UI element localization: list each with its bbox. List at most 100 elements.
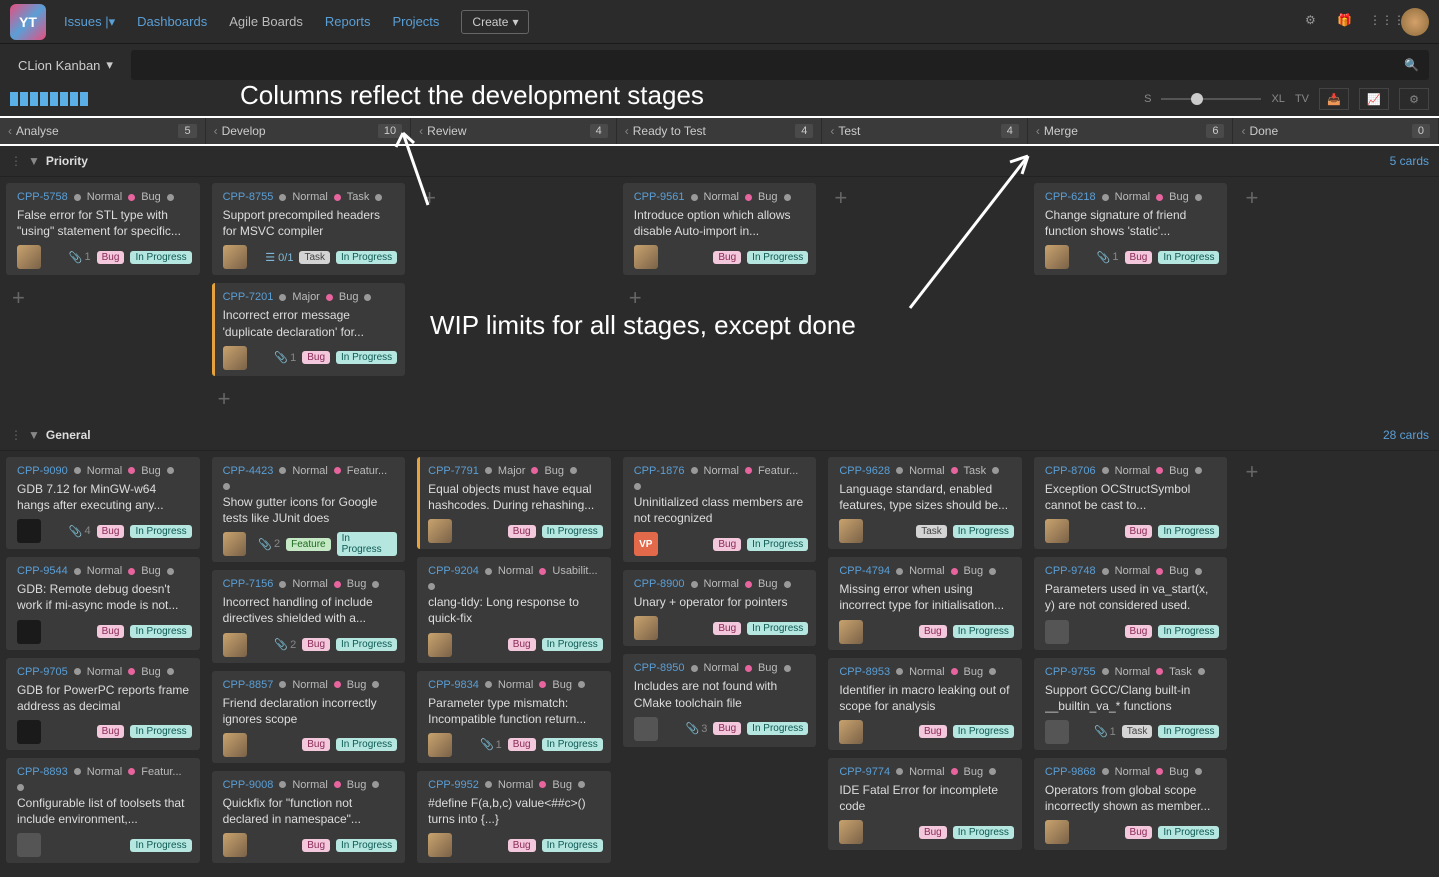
create-button[interactable]: Create ▾ bbox=[461, 10, 529, 34]
column-cell[interactable]: + bbox=[1233, 177, 1439, 420]
collapse-icon[interactable]: ▼ bbox=[28, 428, 40, 442]
column-cell[interactable]: CPP-8706 Normal Bug Exception OCStructSy… bbox=[1028, 451, 1234, 877]
add-card-button[interactable]: + bbox=[1239, 183, 1264, 213]
issue-card[interactable]: CPP-7156 Normal Bug Incorrect handling o… bbox=[212, 570, 406, 662]
issue-id[interactable]: CPP-4794 bbox=[839, 565, 890, 577]
nav-reports[interactable]: Reports bbox=[325, 14, 371, 29]
assignee-avatar[interactable] bbox=[1045, 720, 1069, 744]
assignee-avatar[interactable] bbox=[839, 519, 863, 543]
issue-card[interactable]: CPP-9204 Normal Usabilit... clang-tidy: … bbox=[417, 557, 611, 662]
issue-id[interactable]: CPP-9868 bbox=[1045, 766, 1096, 778]
assignee-avatar[interactable] bbox=[223, 633, 247, 657]
add-card-button[interactable]: + bbox=[6, 283, 31, 313]
assignee-avatar[interactable] bbox=[1045, 620, 1069, 644]
assignee-avatar[interactable] bbox=[634, 717, 658, 741]
gift-icon[interactable]: 🎁 bbox=[1337, 13, 1355, 31]
issue-card[interactable]: CPP-9008 Normal Bug Quickfix for "functi… bbox=[212, 771, 406, 863]
column-cell[interactable]: CPP-5758 Normal Bug False error for STL … bbox=[0, 177, 206, 420]
collapse-icon[interactable]: ▼ bbox=[28, 154, 40, 168]
assignee-avatar[interactable] bbox=[839, 820, 863, 844]
issue-card[interactable]: CPP-9628 Normal Task Language standard, … bbox=[828, 457, 1022, 549]
swimlane-header-priority[interactable]: ⋮▼Priority5 cards bbox=[0, 146, 1439, 177]
issue-card[interactable]: CPP-8900 Normal Bug Unary + operator for… bbox=[623, 570, 817, 646]
issue-id[interactable]: CPP-8900 bbox=[634, 578, 685, 590]
board-settings-icon[interactable]: ⚙ bbox=[1399, 88, 1429, 110]
assignee-avatar[interactable] bbox=[839, 720, 863, 744]
issue-card[interactable]: CPP-9868 Normal Bug Operators from globa… bbox=[1034, 758, 1228, 850]
column-cell[interactable]: CPP-9561 Normal Bug Introduce option whi… bbox=[617, 177, 823, 420]
column-cell[interactable]: CPP-4423 Normal Featur... Show gutter ic… bbox=[206, 451, 412, 877]
youtrack-logo[interactable]: YT bbox=[10, 4, 46, 40]
issue-card[interactable]: CPP-1876 Normal Featur... Uninitialized … bbox=[623, 457, 817, 562]
issue-id[interactable]: CPP-8950 bbox=[634, 662, 685, 674]
issue-id[interactable]: CPP-5758 bbox=[17, 191, 68, 203]
issue-card[interactable]: CPP-9544 Normal Bug GDB: Remote debug do… bbox=[6, 557, 200, 649]
issue-id[interactable]: CPP-7201 bbox=[223, 291, 274, 303]
issue-card[interactable]: CPP-4423 Normal Featur... Show gutter ic… bbox=[212, 457, 406, 562]
column-cell[interactable]: CPP-8755 Normal Task Support precompiled… bbox=[206, 177, 412, 420]
column-cell[interactable]: + bbox=[822, 177, 1028, 420]
assignee-avatar[interactable] bbox=[223, 532, 247, 556]
add-card-button[interactable]: + bbox=[417, 183, 442, 213]
issue-id[interactable]: CPP-9705 bbox=[17, 666, 68, 678]
inbox-icon[interactable]: 📥 bbox=[1319, 88, 1349, 110]
column-cell[interactable]: CPP-9090 Normal Bug GDB 7.12 for MinGW-w… bbox=[0, 451, 206, 877]
assignee-avatar[interactable] bbox=[839, 620, 863, 644]
column-header-develop[interactable]: ‹Develop10 bbox=[206, 118, 412, 144]
issue-card[interactable]: CPP-7791 Major Bug Equal objects must ha… bbox=[417, 457, 611, 549]
search-icon[interactable]: 🔍 bbox=[1404, 58, 1419, 72]
issue-card[interactable]: CPP-9705 Normal Bug GDB for PowerPC repo… bbox=[6, 658, 200, 750]
issue-id[interactable]: CPP-9008 bbox=[223, 779, 274, 791]
assignee-avatar[interactable] bbox=[1045, 519, 1069, 543]
issue-card[interactable]: CPP-5758 Normal Bug False error for STL … bbox=[6, 183, 200, 275]
issue-id[interactable]: CPP-9755 bbox=[1045, 666, 1096, 678]
issue-card[interactable]: CPP-8755 Normal Task Support precompiled… bbox=[212, 183, 406, 275]
issue-card[interactable]: CPP-8893 Normal Featur... Configurable l… bbox=[6, 758, 200, 863]
issue-id[interactable]: CPP-7791 bbox=[428, 465, 479, 477]
issue-card[interactable]: CPP-8953 Normal Bug Identifier in macro … bbox=[828, 658, 1022, 750]
add-card-button[interactable]: + bbox=[212, 384, 237, 414]
issue-id[interactable]: CPP-9544 bbox=[17, 565, 68, 577]
issue-card[interactable]: CPP-9834 Normal Bug Parameter type misma… bbox=[417, 671, 611, 763]
assignee-avatar[interactable] bbox=[634, 245, 658, 269]
column-header-analyse[interactable]: ‹Analyse5 bbox=[0, 118, 206, 144]
assignee-avatar[interactable] bbox=[428, 733, 452, 757]
column-cell[interactable]: CPP-6218 Normal Bug Change signature of … bbox=[1028, 177, 1234, 420]
nav-projects[interactable]: Projects bbox=[392, 14, 439, 29]
tv-mode-label[interactable]: TV bbox=[1295, 93, 1309, 105]
issue-id[interactable]: CPP-9834 bbox=[428, 679, 479, 691]
add-card-button[interactable]: + bbox=[1239, 457, 1264, 487]
apps-grid-icon[interactable]: ⋮⋮⋮ bbox=[1369, 13, 1387, 31]
issue-id[interactable]: CPP-8706 bbox=[1045, 465, 1096, 477]
issue-id[interactable]: CPP-9774 bbox=[839, 766, 890, 778]
issue-id[interactable]: CPP-9748 bbox=[1045, 565, 1096, 577]
search-box[interactable]: 🔍 bbox=[131, 50, 1429, 80]
assignee-avatar[interactable] bbox=[1045, 820, 1069, 844]
assignee-avatar[interactable] bbox=[223, 733, 247, 757]
column-header-review[interactable]: ‹Review4 bbox=[411, 118, 617, 144]
issue-id[interactable]: CPP-8953 bbox=[839, 666, 890, 678]
issue-id[interactable]: CPP-4423 bbox=[223, 465, 274, 477]
assignee-avatar[interactable] bbox=[223, 245, 247, 269]
issue-id[interactable]: CPP-8857 bbox=[223, 679, 274, 691]
add-card-button[interactable]: + bbox=[828, 183, 853, 213]
issue-id[interactable]: CPP-9628 bbox=[839, 465, 890, 477]
settings-icon[interactable]: ⚙ bbox=[1305, 13, 1323, 31]
issue-id[interactable]: CPP-9561 bbox=[634, 191, 685, 203]
issue-card[interactable]: CPP-8950 Normal Bug Includes are not fou… bbox=[623, 654, 817, 746]
column-cell[interactable]: + bbox=[1233, 451, 1439, 877]
issue-id[interactable]: CPP-9090 bbox=[17, 465, 68, 477]
assignee-avatar[interactable] bbox=[17, 620, 41, 644]
issue-id[interactable]: CPP-9204 bbox=[428, 565, 479, 577]
assignee-avatar[interactable] bbox=[17, 720, 41, 744]
column-header-test[interactable]: ‹Test4 bbox=[822, 118, 1028, 144]
swimlane-header-general[interactable]: ⋮▼General28 cards bbox=[0, 420, 1439, 451]
board-selector[interactable]: CLion Kanban ▾ bbox=[10, 53, 121, 77]
drag-handle-icon[interactable]: ⋮ bbox=[10, 428, 22, 442]
issue-id[interactable]: CPP-8755 bbox=[223, 191, 274, 203]
issue-id[interactable]: CPP-1876 bbox=[634, 465, 685, 477]
card-size-slider[interactable] bbox=[1161, 98, 1261, 100]
user-avatar[interactable] bbox=[1401, 8, 1429, 36]
add-card-button[interactable]: + bbox=[623, 283, 648, 313]
issue-card[interactable]: CPP-9090 Normal Bug GDB 7.12 for MinGW-w… bbox=[6, 457, 200, 549]
